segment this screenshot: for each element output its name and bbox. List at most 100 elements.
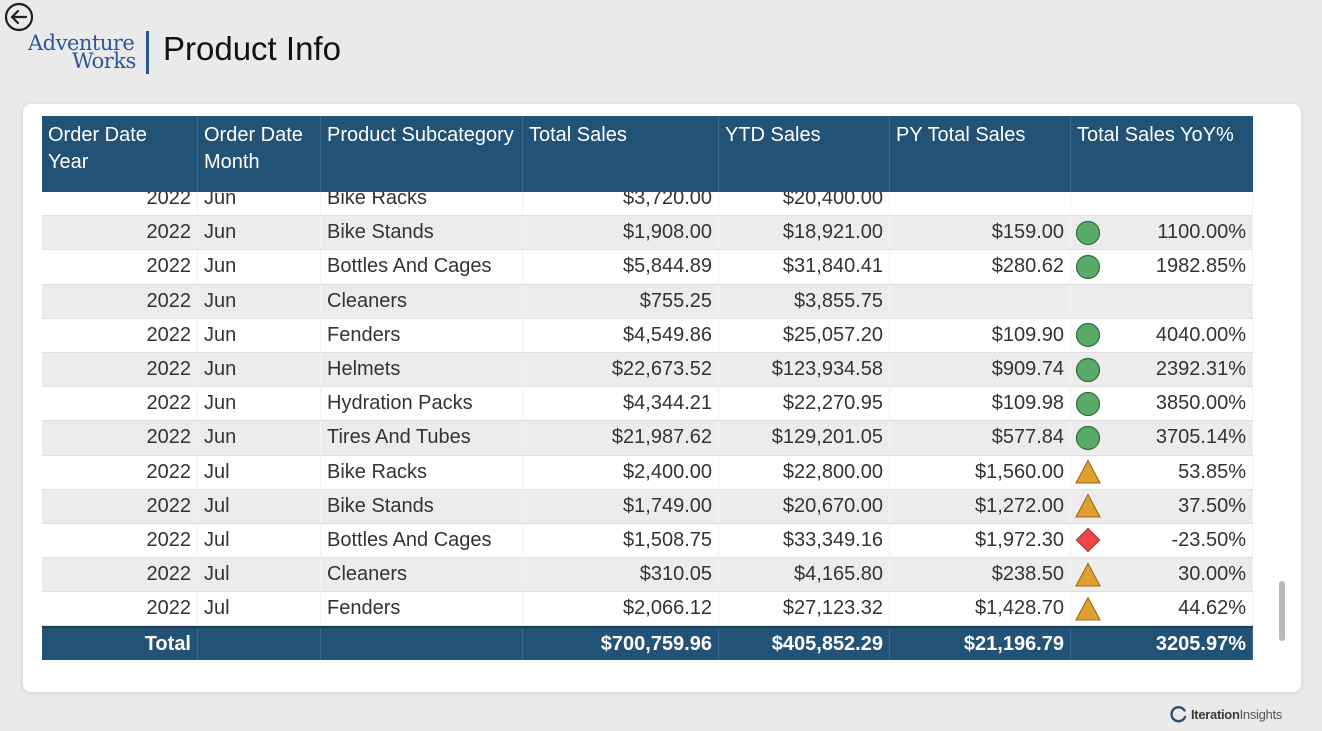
column-header-product-subcategory[interactable]: Product Subcategory <box>321 116 523 192</box>
no-indicator <box>1075 192 1101 212</box>
back-arrow-icon <box>4 2 34 32</box>
cell-month: Jun <box>198 216 321 250</box>
cell-ytd-sales: $18,921.00 <box>719 216 890 250</box>
green-circle-icon <box>1075 220 1101 245</box>
cell-subcategory: Bike Stands <box>321 216 523 250</box>
adventure-works-logo: Adventure Works <box>28 32 138 76</box>
table-body: 2022 Jun Bike Racks $3,720.00 $20,400.00 2022… <box>42 192 1253 626</box>
green-circle-icon <box>1075 357 1101 382</box>
table-row[interactable]: 2022 Jun Bike Stands $1,908.00 $18,921.00 $15… <box>42 216 1253 251</box>
cell-total-sales: $2,066.12 <box>523 592 719 626</box>
cell-ytd-sales: $129,201.05 <box>719 421 890 455</box>
cell-yoy: 3705.14% <box>1071 421 1253 455</box>
cell-ytd-sales: $22,800.00 <box>719 455 890 489</box>
cell-ytd-sales: $27,123.32 <box>719 592 890 626</box>
cell-py-total-sales: $109.98 <box>890 387 1071 421</box>
column-header-py-total-sales[interactable]: PY Total Sales <box>890 116 1071 192</box>
cell-total-sales: $4,549.86 <box>523 318 719 352</box>
cell-month: Jun <box>198 421 321 455</box>
cell-year: 2022 <box>42 523 198 558</box>
table-scrollbar[interactable] <box>1279 581 1285 641</box>
cell-yoy-value: 4040.00% <box>1155 323 1246 346</box>
total-empty-subcategory <box>321 628 523 660</box>
table-row[interactable]: 2022 Jul Bike Stands $1,749.00 $20,670.00 $1,… <box>42 489 1253 524</box>
cell-yoy-value: 3850.00% <box>1155 392 1246 415</box>
cell-yoy-value: 44.62% <box>1178 597 1246 620</box>
table-row[interactable]: 2022 Jun Hydration Packs $4,344.21 $22,270.9… <box>42 387 1253 422</box>
cell-month: Jul <box>198 592 321 626</box>
cell-month: Jul <box>198 523 321 558</box>
cell-year: 2022 <box>42 387 198 421</box>
cell-subcategory: Bottles And Cages <box>321 523 523 558</box>
cell-py-total-sales: $1,428.70 <box>890 592 1071 626</box>
column-header-ytd-sales[interactable]: YTD Sales <box>719 116 890 192</box>
cell-py-total-sales: $909.74 <box>890 352 1071 387</box>
cell-yoy-value: 53.85% <box>1178 460 1246 483</box>
table-row[interactable]: 2022 Jun Bike Racks $3,720.00 $20,400.00 <box>42 192 1253 217</box>
cell-month: Jun <box>198 250 321 284</box>
cell-yoy-value: 1982.85% <box>1155 255 1246 278</box>
green-circle-icon <box>1075 323 1101 348</box>
cell-total-sales: $1,908.00 <box>523 216 719 250</box>
cell-yoy: 1100.00% <box>1071 216 1253 250</box>
total-empty-month <box>198 628 321 660</box>
cell-yoy-value: 1100.00% <box>1157 221 1246 244</box>
column-header-order-date-year[interactable]: Order Date Year <box>42 116 198 192</box>
table-header: Order Date Year Order Date Month Product… <box>42 116 1253 192</box>
cell-py-total-sales: $280.62 <box>890 250 1071 284</box>
table-row[interactable]: 2022 Jul Fenders $2,066.12 $27,123.32 $1,428.… <box>42 592 1253 626</box>
table-row[interactable]: 2022 Jun Fenders $4,549.86 $25,057.20 $109.90… <box>42 318 1253 353</box>
cell-yoy <box>1071 284 1253 318</box>
cell-total-sales: $5,844.89 <box>523 250 719 284</box>
table-row[interactable]: 2022 Jul Bottles And Cages $1,508.75 $33,349… <box>42 523 1253 559</box>
red-diamond-icon <box>1075 528 1101 553</box>
cell-subcategory: Fenders <box>321 318 523 352</box>
column-header-order-date-month[interactable]: Order Date Month <box>198 116 321 192</box>
title-divider <box>146 31 149 74</box>
cell-subcategory: Bike Racks <box>321 455 523 489</box>
cell-total-sales: $1,749.00 <box>523 489 719 523</box>
cell-ytd-sales: $4,165.80 <box>719 558 890 592</box>
cell-yoy: 53.85% <box>1071 455 1253 489</box>
green-circle-icon <box>1075 391 1101 416</box>
column-header-total-sales-yoy[interactable]: Total Sales YoY% <box>1071 116 1253 192</box>
total-ytd-sales: $405,852.29 <box>719 628 890 660</box>
cell-py-total-sales: $1,972.30 <box>890 523 1071 558</box>
cell-py-total-sales: $159.00 <box>890 216 1071 250</box>
column-header-total-sales[interactable]: Total Sales <box>523 116 719 192</box>
table-row[interactable]: 2022 Jun Tires And Tubes $21,987.62 $129,201… <box>42 421 1253 456</box>
cell-yoy-value: 3705.14% <box>1155 426 1246 449</box>
table-row[interactable]: 2022 Jun Helmets $22,673.52 $123,934.58 $909.… <box>42 352 1253 388</box>
page-title: Product Info <box>163 30 341 67</box>
table-row[interactable]: 2022 Jun Cleaners $755.25 $3,855.75 <box>42 284 1253 319</box>
cell-yoy: 30.00% <box>1071 558 1253 592</box>
cell-total-sales: $21,987.62 <box>523 421 719 455</box>
cell-year: 2022 <box>42 192 198 216</box>
iteration-insights-brand: Iteration Insights <box>1170 705 1282 723</box>
cell-month: Jul <box>198 489 321 523</box>
cell-py-total-sales <box>890 284 1071 318</box>
cell-year: 2022 <box>42 489 198 523</box>
cell-ytd-sales: $20,400.00 <box>719 192 890 216</box>
cell-total-sales: $4,344.21 <box>523 387 719 421</box>
orange-triangle-icon <box>1075 459 1101 484</box>
cell-yoy: 37.50% <box>1071 489 1253 523</box>
cell-total-sales: $310.05 <box>523 558 719 592</box>
back-button[interactable] <box>3 1 35 33</box>
cell-year: 2022 <box>42 455 198 489</box>
logo-line-2: Works <box>72 49 136 73</box>
cell-py-total-sales: $238.50 <box>890 558 1071 592</box>
cell-yoy: 2392.31% <box>1071 352 1253 387</box>
cell-yoy: 3850.00% <box>1071 387 1253 421</box>
cell-subcategory: Tires And Tubes <box>321 421 523 455</box>
cell-subcategory: Fenders <box>321 592 523 626</box>
table-row[interactable]: 2022 Jul Bike Racks $2,400.00 $22,800.00 $1,5… <box>42 455 1253 490</box>
cell-month: Jul <box>198 558 321 592</box>
table-row[interactable]: 2022 Jun Bottles And Cages $5,844.89 $31,840… <box>42 250 1253 285</box>
table-row[interactable]: 2022 Jul Cleaners $310.05 $4,165.80 $238.50 30… <box>42 558 1253 593</box>
cell-ytd-sales: $25,057.20 <box>719 318 890 352</box>
cell-ytd-sales: $20,670.00 <box>719 489 890 523</box>
brand-light: Insights <box>1239 706 1283 722</box>
cell-yoy: -23.50% <box>1071 523 1253 558</box>
cell-yoy-value: 2392.31% <box>1155 358 1246 381</box>
